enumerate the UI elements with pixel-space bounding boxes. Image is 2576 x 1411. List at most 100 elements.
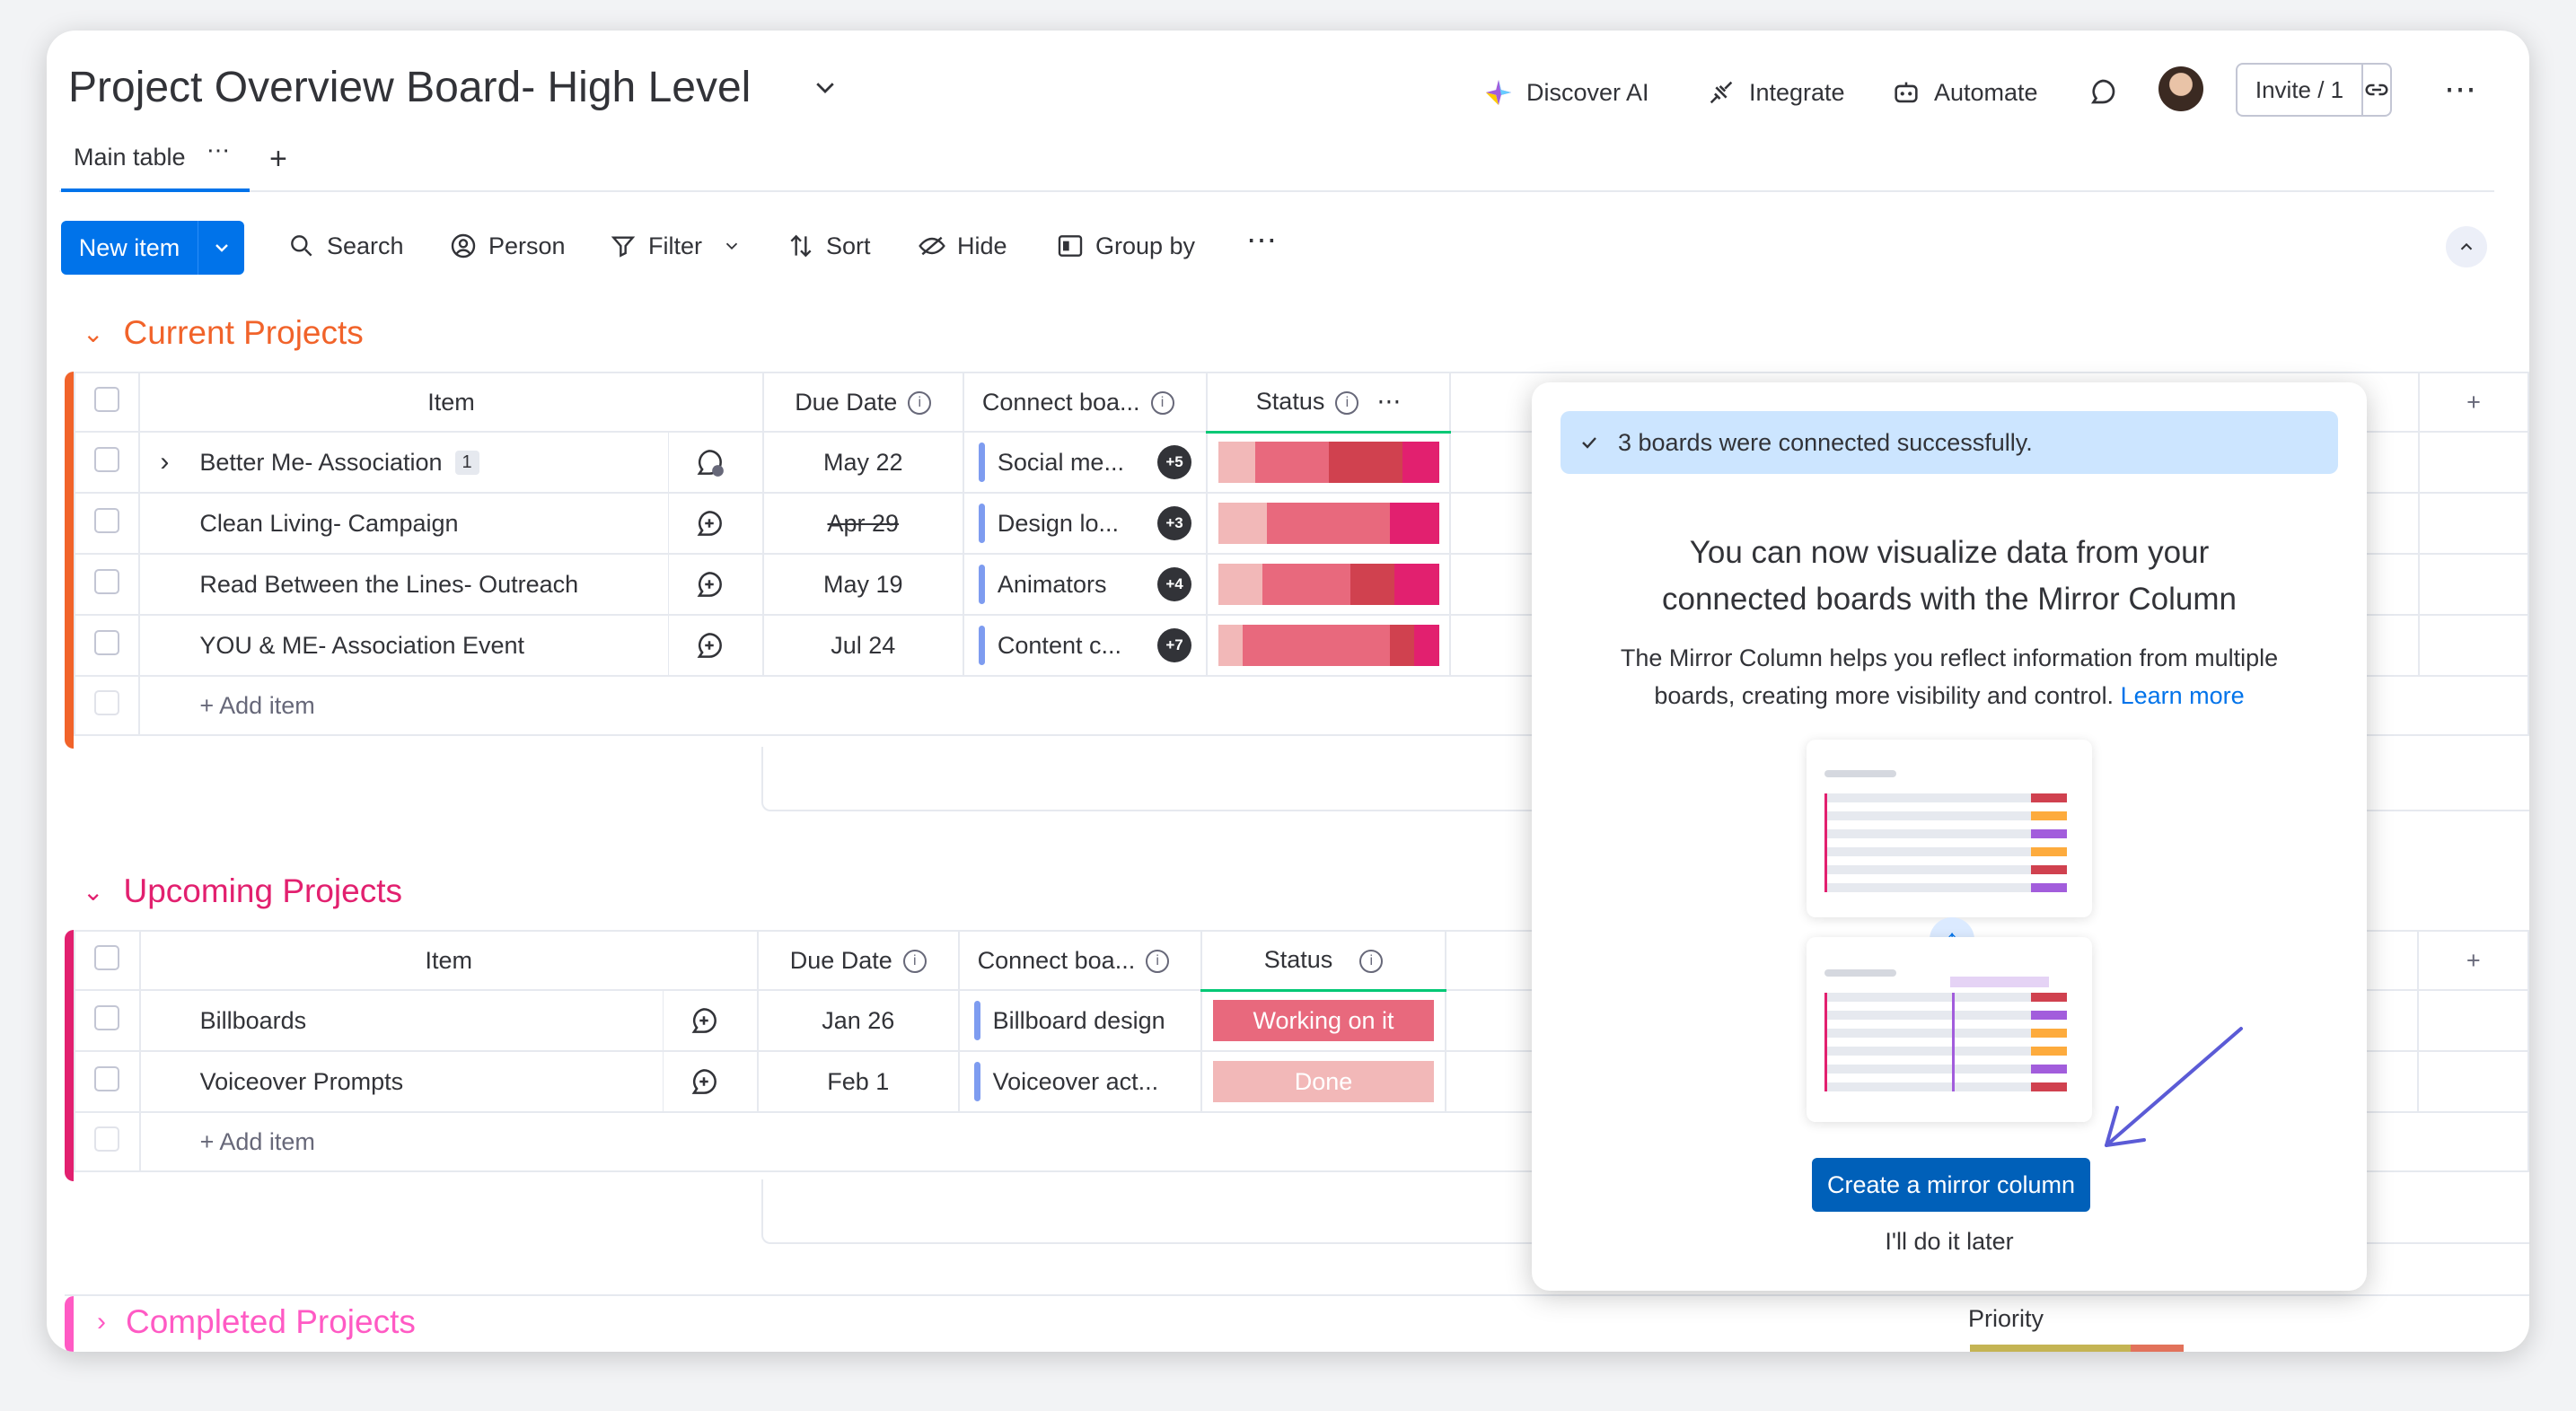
new-item-dropdown[interactable] xyxy=(198,221,244,275)
chevron-down-icon[interactable]: ⌄ xyxy=(83,319,103,348)
do-it-later-button[interactable]: I'll do it later xyxy=(1532,1228,2367,1256)
item-name[interactable]: Read Between the Lines- Outreach xyxy=(140,571,578,599)
add-update-icon[interactable] xyxy=(692,628,726,662)
info-icon[interactable]: i xyxy=(1359,950,1384,974)
info-icon[interactable]: i xyxy=(1146,950,1170,974)
status-battery[interactable] xyxy=(1218,625,1439,666)
add-column-icon[interactable]: + xyxy=(2417,372,2529,433)
item-cell[interactable]: Read Between the Lines- Outreach xyxy=(138,553,764,616)
more-items-badge[interactable]: +7 xyxy=(1157,628,1192,662)
group-completed-projects[interactable]: › Completed Projects Priority xyxy=(65,1294,2529,1352)
item-name[interactable]: Better Me- Association xyxy=(199,449,442,477)
status-cell[interactable] xyxy=(1206,553,1452,616)
group-title[interactable]: Completed Projects xyxy=(126,1303,416,1341)
checkbox[interactable] xyxy=(94,629,120,655)
status-cell[interactable]: Done xyxy=(1200,1050,1446,1113)
filter-button[interactable]: Filter xyxy=(609,232,742,260)
row-select-cell[interactable] xyxy=(73,492,141,555)
due-date-cell[interactable]: Apr 29 xyxy=(761,492,964,555)
automate-button[interactable]: Automate xyxy=(1891,77,2038,108)
subitem-count[interactable]: 1 xyxy=(454,450,479,475)
search-button[interactable]: Search xyxy=(287,232,404,260)
checkbox[interactable] xyxy=(94,507,120,533)
learn-more-link[interactable]: Learn more xyxy=(2121,682,2245,709)
discover-ai-button[interactable]: Discover AI xyxy=(1483,77,1649,108)
column-header-due-date[interactable]: Due Date i xyxy=(756,930,960,991)
person-filter-button[interactable]: Person xyxy=(449,232,566,260)
item-name[interactable]: Billboards xyxy=(141,1007,307,1035)
group-current-projects[interactable]: ⌄ Current Projects xyxy=(83,314,364,352)
conversation-icon[interactable] xyxy=(692,445,726,479)
column-header-connect-boards[interactable]: Connect boa... i xyxy=(962,372,1209,433)
group-title[interactable]: Current Projects xyxy=(123,314,363,352)
checkbox[interactable] xyxy=(94,1004,120,1030)
add-update-icon[interactable] xyxy=(687,1065,721,1099)
column-header-status[interactable]: Status i xyxy=(1200,930,1446,992)
add-column-icon[interactable]: + xyxy=(2417,930,2529,991)
hide-button[interactable]: Hide xyxy=(918,232,1007,260)
add-update-icon[interactable] xyxy=(687,1003,721,1038)
connect-boards-cell[interactable]: Voiceover act... xyxy=(957,1050,1203,1113)
chevron-down-icon[interactable]: ⌄ xyxy=(83,877,103,907)
board-title[interactable]: Project Overview Board- High Level xyxy=(68,63,751,112)
connect-boards-cell[interactable]: Design lo... +3 xyxy=(962,492,1209,555)
column-header-status[interactable]: Status i ⋯ xyxy=(1206,372,1452,434)
more-items-badge[interactable]: +3 xyxy=(1157,506,1192,540)
status-battery[interactable] xyxy=(1218,564,1439,605)
item-cell[interactable]: Clean Living- Campaign xyxy=(138,492,764,555)
expand-chevron-icon[interactable]: › xyxy=(160,447,199,478)
invite-button[interactable]: Invite / 1 xyxy=(2236,63,2392,117)
due-date-cell[interactable]: Jan 26 xyxy=(756,989,960,1052)
status-cell[interactable] xyxy=(1206,431,1452,494)
connect-boards-cell[interactable]: Animators +4 xyxy=(962,553,1209,616)
connect-boards-cell[interactable]: Social me... +5 xyxy=(962,431,1209,494)
row-select-cell[interactable] xyxy=(74,1050,141,1113)
group-title[interactable]: Upcoming Projects xyxy=(123,872,402,910)
add-view-icon[interactable]: + xyxy=(269,142,287,177)
status-cell[interactable] xyxy=(1206,492,1452,555)
row-select-cell[interactable] xyxy=(74,989,141,1052)
copy-link-button[interactable] xyxy=(2363,65,2390,115)
item-cell[interactable]: Voiceover Prompts xyxy=(138,1050,759,1113)
checkbox[interactable] xyxy=(94,386,120,412)
chevron-down-icon[interactable] xyxy=(812,74,839,101)
column-header-due-date[interactable]: Due Date i xyxy=(761,372,964,433)
create-mirror-column-button[interactable]: Create a mirror column xyxy=(1812,1158,2090,1212)
chevron-right-icon[interactable]: › xyxy=(97,1307,106,1337)
due-date-cell[interactable]: May 19 xyxy=(761,553,964,616)
more-menu-icon[interactable]: ⋯ xyxy=(2444,70,2478,108)
info-icon[interactable]: i xyxy=(1335,391,1359,416)
item-name[interactable]: Voiceover Prompts xyxy=(141,1068,404,1096)
item-cell[interactable]: › Better Me- Association 1 xyxy=(138,431,764,494)
status-label-done[interactable]: Done xyxy=(1213,1061,1434,1102)
sort-button[interactable]: Sort xyxy=(787,232,871,260)
item-cell[interactable]: YOU & ME- Association Event xyxy=(138,614,764,677)
chevron-down-icon[interactable] xyxy=(722,236,742,256)
status-cell[interactable]: Working on it xyxy=(1200,989,1446,1052)
add-update-icon[interactable] xyxy=(692,506,726,540)
row-select-cell[interactable] xyxy=(73,553,141,616)
column-header-connect-boards[interactable]: Connect boa... i xyxy=(957,930,1203,991)
integrate-button[interactable]: Integrate xyxy=(1706,77,1845,108)
status-battery[interactable] xyxy=(1218,503,1439,544)
item-cell[interactable]: Billboards xyxy=(138,989,759,1052)
tab-main-table[interactable]: Main table xyxy=(74,144,186,171)
new-item-button[interactable]: New item xyxy=(61,221,244,275)
info-icon[interactable]: i xyxy=(1150,391,1174,416)
collapse-header-button[interactable] xyxy=(2446,226,2487,267)
checkbox[interactable] xyxy=(94,446,120,472)
column-options-icon[interactable]: ⋯ xyxy=(1376,388,1401,415)
group-by-button[interactable]: Group by xyxy=(1056,232,1195,260)
more-items-badge[interactable]: +5 xyxy=(1157,445,1192,479)
status-cell[interactable] xyxy=(1206,614,1452,677)
connect-boards-cell[interactable]: Billboard design xyxy=(957,989,1203,1052)
new-item-label[interactable]: New item xyxy=(61,221,198,275)
column-header-item[interactable]: Item xyxy=(138,372,764,433)
checkbox[interactable] xyxy=(94,944,120,970)
select-all-cell[interactable] xyxy=(73,372,141,433)
tab-options-icon[interactable]: ⋯ xyxy=(207,136,230,164)
user-avatar[interactable] xyxy=(2158,66,2203,111)
row-select-cell[interactable] xyxy=(73,614,141,677)
row-select-cell[interactable] xyxy=(73,431,141,494)
checkbox[interactable] xyxy=(94,568,120,594)
